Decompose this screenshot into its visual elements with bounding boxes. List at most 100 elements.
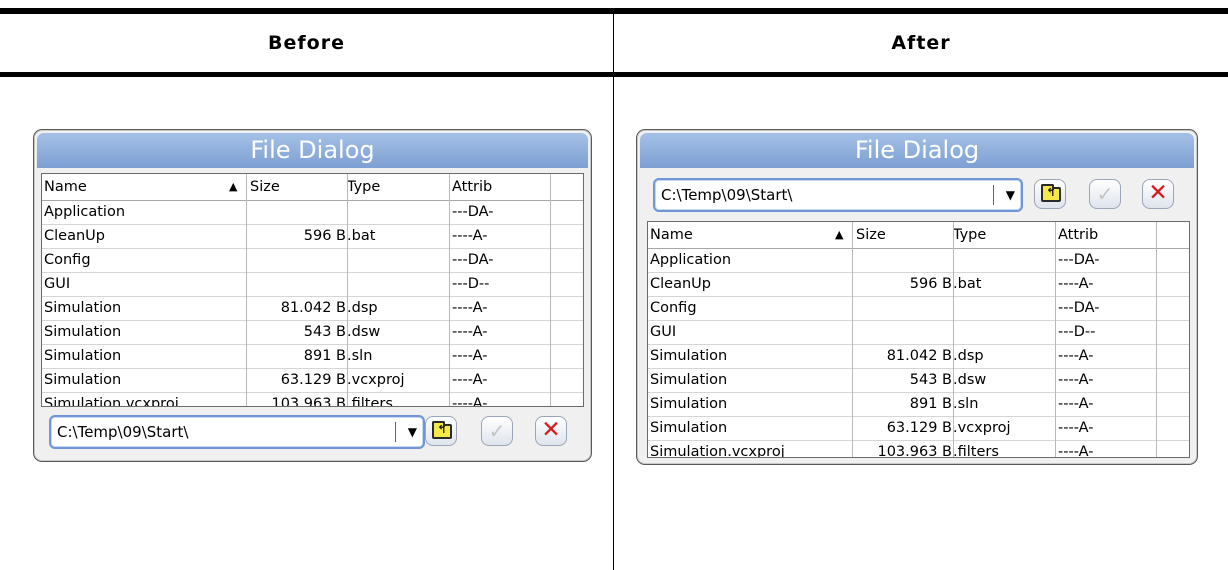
cell-type: .dsp [953,348,984,364]
cell-attrib: ----A- [1058,420,1094,436]
list-item[interactable]: GUI ---D-- [648,321,1189,345]
cell-attrib: ---DA- [1058,252,1100,268]
list-item[interactable]: GUI ---D-- [42,273,583,297]
cell-type [952,297,1049,320]
path-combobox[interactable]: C:\Temp\09\Start\ ▼ [653,178,1023,212]
cell-size [854,249,952,272]
parent-folder-button[interactable]: ↰ [1034,179,1066,209]
cancel-button[interactable]: ✕ [1142,179,1174,209]
path-combobox[interactable]: C:\Temp\09\Start\ ▼ [49,415,425,449]
cell-attrib: ---DA- [1058,300,1100,316]
cancel-button[interactable]: ✕ [535,416,567,446]
cell-attrib: ----A- [1058,372,1094,388]
cell-name: Application [44,204,126,220]
list-item[interactable]: CleanUp 596 B .bat ----A- [648,273,1189,297]
list-item[interactable]: Simulation 81.042 B .dsp ----A- [42,297,583,321]
cell-name: Simulation [44,372,122,388]
column-divider-line [852,222,853,457]
column-divider [613,14,614,570]
cell-attrib: ---D-- [1058,324,1096,340]
checkmark-icon: ✓ [1096,182,1114,206]
list-item[interactable]: Simulation.vcxproj 103.963 B .filters ----A… [42,393,583,407]
column-header-attrib[interactable]: Attrib [452,174,547,200]
list-item[interactable]: Config ---DA- [42,249,583,273]
cell-name: GUI [650,324,677,340]
column-header-attrib[interactable]: Attrib [1058,222,1153,248]
list-item[interactable]: Simulation 891 B .sln ----A- [42,345,583,369]
dialog-title[interactable]: File Dialog [37,133,588,168]
parent-folder-button[interactable]: ↰ [425,416,457,446]
path-value[interactable]: C:\Temp\09\Start\ [57,417,188,447]
cell-size [854,297,952,320]
list-item[interactable]: Simulation 891 B .sln ----A- [648,393,1189,417]
list-item[interactable]: Simulation.vcxproj 103.963 B .filters ----A… [648,441,1189,457]
checkmark-icon: ✓ [488,419,506,443]
cell-attrib: ----A- [452,324,488,340]
list-item[interactable]: Application ---DA- [42,201,583,225]
cell-attrib: ----A- [452,396,488,407]
list-item[interactable]: CleanUp 596 B .bat ----A- [42,225,583,249]
cell-attrib: ----A- [452,372,488,388]
list-item[interactable]: Simulation 63.129 B .vcxproj ----A- [42,369,583,393]
path-value[interactable]: C:\Temp\09\Start\ [661,180,792,210]
cell-type: .dsp [347,300,378,316]
file-dialog-before: File Dialog Name Size Type Attrib ▲ Applicat… [33,129,592,462]
column-header-name[interactable]: Name [650,222,850,248]
list-item[interactable]: Simulation 81.042 B .dsp ----A- [648,345,1189,369]
cell-type: .vcxproj [953,420,1011,436]
cell-name: Simulation [650,372,728,388]
column-header-type[interactable]: Type [346,174,443,200]
list-item[interactable]: Simulation 543 B .dsw ----A- [42,321,583,345]
cell-size: 63.129 B [280,372,346,388]
cell-type [346,201,443,224]
column-header-after: After [891,32,951,54]
cell-attrib: ----A- [452,300,488,316]
close-icon: ✕ [541,417,561,443]
list-item[interactable]: Simulation 543 B .dsw ----A- [648,369,1189,393]
parent-folder-icon: ↰ [1041,184,1061,202]
sort-ascending-icon[interactable]: ▲ [835,222,843,248]
cell-type: .bat [953,276,982,292]
list-item[interactable]: Simulation 63.129 B .vcxproj ----A- [648,417,1189,441]
cell-attrib: ---DA- [452,204,494,220]
list-header: Name Size Type Attrib ▲ [648,222,1189,249]
column-divider-line [550,174,551,406]
file-list[interactable]: Name Size Type Attrib ▲ Application ---DA- Cle… [647,221,1190,458]
cell-type: .dsw [953,372,987,388]
dialog-title[interactable]: File Dialog [640,133,1194,168]
cell-size: 891 B [909,396,952,412]
cell-type [346,249,443,272]
column-divider-line [449,174,450,406]
cell-size [248,201,346,224]
cell-size: 81.042 B [886,348,952,364]
column-header-name[interactable]: Name [44,174,244,200]
cell-name: Simulation [650,348,728,364]
column-divider-line [347,174,348,406]
list-item[interactable]: Application ---DA- [648,249,1189,273]
file-dialog-after: File Dialog C:\Temp\09\Start\ ▼ ↰ ✓ ✕ Na… [636,129,1198,465]
column-header-type[interactable]: Type [952,222,1049,248]
ok-button[interactable]: ✓ [481,416,513,446]
close-icon: ✕ [1148,180,1168,206]
cell-attrib: ----A- [1058,276,1094,292]
cell-attrib: ----A- [452,228,488,244]
cell-name: Simulation [44,300,122,316]
cell-size: 543 B [303,324,346,340]
column-header-size[interactable]: Size [856,222,954,248]
column-divider-line [953,222,954,457]
sort-ascending-icon[interactable]: ▲ [229,174,237,200]
dropdown-arrow-icon[interactable]: ▼ [1006,180,1015,210]
parent-folder-icon: ↰ [432,421,452,439]
column-header-size[interactable]: Size [250,174,348,200]
cell-size: 81.042 B [280,300,346,316]
cell-size: 63.129 B [886,420,952,436]
list-item[interactable]: Config ---DA- [648,297,1189,321]
file-list[interactable]: Name Size Type Attrib ▲ Application ---DA- Cle… [41,173,584,407]
dropdown-arrow-icon[interactable]: ▼ [408,417,417,447]
cell-name: GUI [44,276,71,292]
ok-button[interactable]: ✓ [1089,179,1121,209]
cell-size: 103.963 B [271,396,346,407]
cell-type [952,249,1049,272]
cell-name: CleanUp [650,276,711,292]
column-header-before: Before [268,32,345,54]
